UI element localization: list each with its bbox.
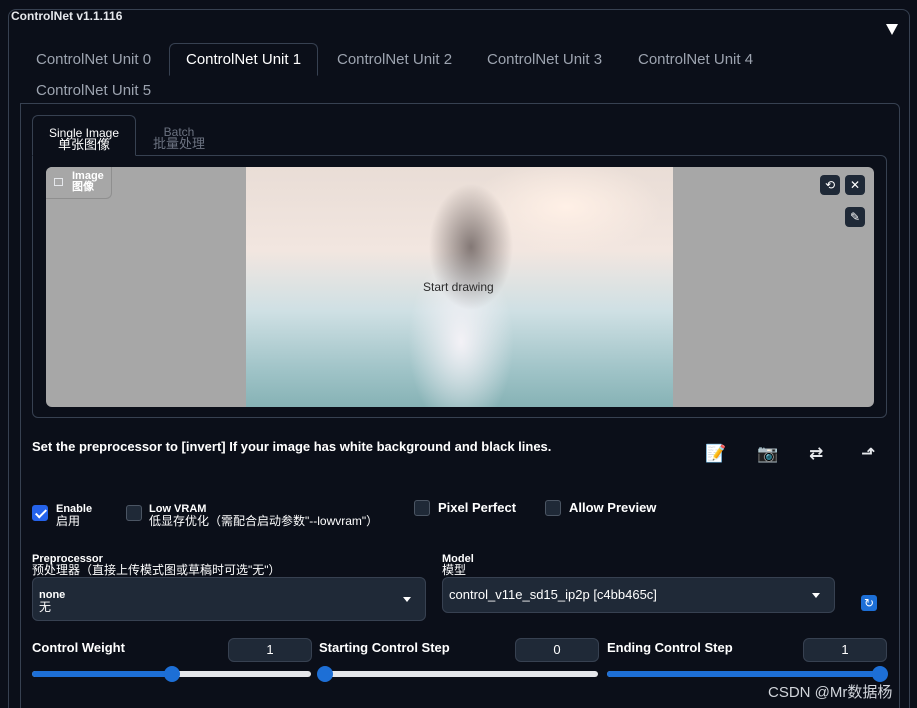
watermark: CSDN @Mr数据杨 <box>768 684 893 701</box>
tab-controlnet-unit-2[interactable]: ControlNet Unit 2 <box>321 44 468 76</box>
starting-step-thumb[interactable] <box>317 666 333 682</box>
low-vram-label: Low VRAM 低显存优化（需配合启动参数"--lowvram"） <box>149 503 379 528</box>
chevron-down-icon <box>812 593 820 598</box>
model-label: Model 模型 <box>442 553 474 577</box>
camera-icon[interactable]: 📷 <box>757 444 778 464</box>
low-vram-checkbox[interactable] <box>126 505 142 521</box>
tab-single-image-label-zh: 单张图像 <box>57 137 110 152</box>
start-drawing-text: Start drawing <box>423 280 494 294</box>
close-icon[interactable]: ✕ <box>845 175 865 195</box>
panel-title: ControlNet v1.1.116 <box>11 9 123 23</box>
canvas-label-text: Image 图像 <box>72 170 104 193</box>
control-weight-slider[interactable] <box>32 666 311 682</box>
enable-label: Enable 启用 <box>56 503 93 528</box>
control-weight-label: Control Weight <box>32 640 125 655</box>
image-canvas[interactable]: Start drawing Image 图像 ⟲ ✕ ✎ <box>46 167 874 407</box>
memo-icon[interactable]: 📝 <box>705 444 726 464</box>
preprocessor-label: Preprocessor 预处理器（直接上传模式图或草稿时可选"无"） <box>32 553 281 577</box>
model-dropdown[interactable]: control_v11e_sd15_ip2p [c4bb465c] <box>442 577 835 613</box>
chevron-down-icon <box>403 597 411 602</box>
control-weight-thumb[interactable] <box>163 666 180 682</box>
tab-controlnet-unit-3[interactable]: ControlNet Unit 3 <box>471 44 618 76</box>
ending-step-slider[interactable] <box>607 666 888 682</box>
pixel-perfect-checkbox[interactable] <box>414 500 430 516</box>
tab-controlnet-unit-1[interactable]: ControlNet Unit 1 <box>169 43 319 76</box>
tab-single-image[interactable]: Single Image 单张图像 <box>32 115 136 156</box>
starting-step-label: Starting Control Step <box>319 640 450 655</box>
swap-icon[interactable]: ⇄ <box>809 444 823 464</box>
starting-step-input[interactable]: 0 <box>515 638 599 662</box>
ending-step-input[interactable]: 1 <box>803 638 887 662</box>
tab-batch[interactable]: Batch 批量处理 <box>143 115 215 155</box>
ending-step-fill <box>607 671 886 677</box>
preprocessor-value: none 无 <box>39 589 66 614</box>
preprocessor-hint: Set the preprocessor to [invert] If your… <box>32 439 552 454</box>
canvas-label: Image 图像 <box>46 167 112 199</box>
ending-step-thumb[interactable] <box>872 666 888 682</box>
control-weight-input[interactable]: 1 <box>228 638 312 662</box>
control-weight-fill <box>32 671 172 677</box>
collapse-triangle-icon[interactable] <box>886 24 898 35</box>
tab-batch-label-zh: 批量处理 <box>152 136 205 151</box>
tab-controlnet-unit-5[interactable]: ControlNet Unit 5 <box>20 75 167 107</box>
allow-preview-checkbox[interactable] <box>545 500 561 516</box>
tab-controlnet-unit-0[interactable]: ControlNet Unit 0 <box>20 44 167 76</box>
model-value: control_v11e_sd15_ip2p [c4bb465c] <box>449 587 657 602</box>
image-icon <box>54 178 63 186</box>
starting-step-slider[interactable] <box>317 666 598 682</box>
brush-icon[interactable]: ✎ <box>845 207 865 227</box>
tab-controlnet-unit-4[interactable]: ControlNet Unit 4 <box>622 44 769 76</box>
refresh-models-icon[interactable]: ↻ <box>861 595 877 611</box>
ending-step-label: Ending Control Step <box>607 640 733 655</box>
enable-checkbox[interactable] <box>32 505 48 521</box>
allow-preview-label: Allow Preview <box>569 500 657 515</box>
undo-icon[interactable]: ⟲ <box>820 175 840 195</box>
preprocessor-dropdown[interactable]: none 无 <box>32 577 426 621</box>
send-icon[interactable]: ⬏ <box>861 444 875 464</box>
pixel-perfect-label: Pixel Perfect <box>438 500 517 515</box>
